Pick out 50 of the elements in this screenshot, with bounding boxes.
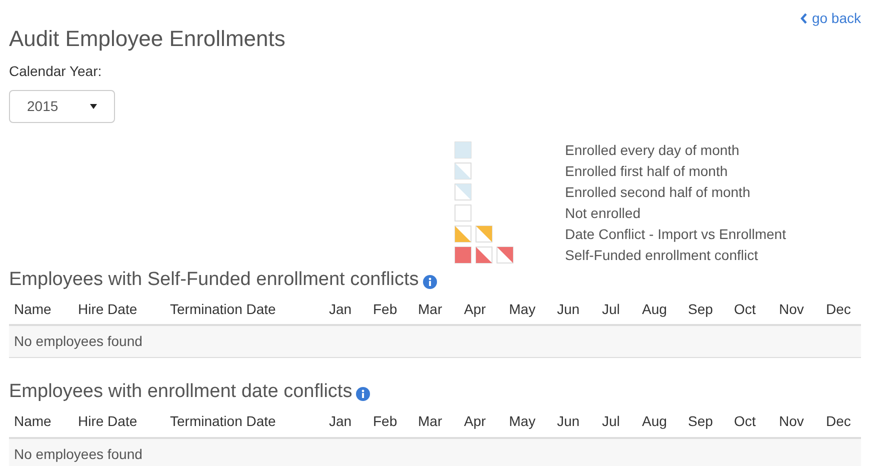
column-header: Jun <box>556 300 581 318</box>
column-header: Termination Date <box>169 300 277 318</box>
legend-label: Self-Funded enrollment conflict <box>565 246 758 264</box>
column-header: Sep <box>687 412 714 431</box>
column-header: Sep <box>687 300 714 319</box>
legend-label: Enrolled first half of month <box>565 162 728 180</box>
column-header: Dec <box>825 412 852 431</box>
legend-label: Enrolled second half of month <box>565 182 750 202</box>
empty-row: No employees found <box>9 438 861 466</box>
column-header: Hire Date <box>77 412 138 431</box>
column-header: May <box>508 412 536 431</box>
column-header: Aug <box>641 412 668 431</box>
column-header: Name <box>13 300 52 318</box>
legend-label: Date Conflict - Import vs Enrollment <box>565 224 786 244</box>
section-title: Employees with enrollment date conflicts <box>9 380 352 404</box>
column-header: Nov <box>778 412 805 431</box>
column-header: Oct <box>733 300 757 318</box>
column-header: Jan <box>328 300 353 318</box>
empty-row: No employees found <box>9 326 861 358</box>
column-header: Termination Date <box>169 412 277 431</box>
column-header: Aug <box>641 300 668 319</box>
legend-label: Not enrolled <box>565 204 640 222</box>
column-header: Dec <box>825 300 852 318</box>
chevron-left-icon <box>800 13 808 24</box>
legend-label: Enrolled every day of month <box>565 140 740 160</box>
info-icon[interactable] <box>422 274 437 289</box>
column-header: Hire Date <box>77 300 138 318</box>
year-select[interactable]: 2015 <box>9 90 115 122</box>
column-header: Apr <box>463 300 487 319</box>
column-header: Mar <box>417 300 444 318</box>
column-header: Oct <box>733 412 757 431</box>
column-header: Jul <box>601 300 621 318</box>
column-header: Nov <box>778 300 805 318</box>
column-header: Jan <box>328 412 353 431</box>
page-title: Audit Employee Enrollments <box>9 25 286 52</box>
column-header: Feb <box>372 300 398 318</box>
column-header: Apr <box>463 412 487 431</box>
section-title: Employees with Self-Funded enrollment conflicts <box>9 268 419 292</box>
column-header: Feb <box>372 412 398 431</box>
column-header: Jul <box>601 412 621 431</box>
back-link[interactable]: go back <box>800 8 861 29</box>
legend-swatch-icon <box>454 204 472 222</box>
select-value: 2015 <box>27 96 58 116</box>
caret-down-icon <box>90 104 97 108</box>
column-header: May <box>508 300 536 319</box>
info-icon[interactable] <box>356 387 370 402</box>
field-label: Calendar Year: <box>9 62 103 80</box>
column-header: Jun <box>556 412 581 431</box>
column-header: Name <box>13 412 52 431</box>
column-header: Mar <box>417 412 444 431</box>
